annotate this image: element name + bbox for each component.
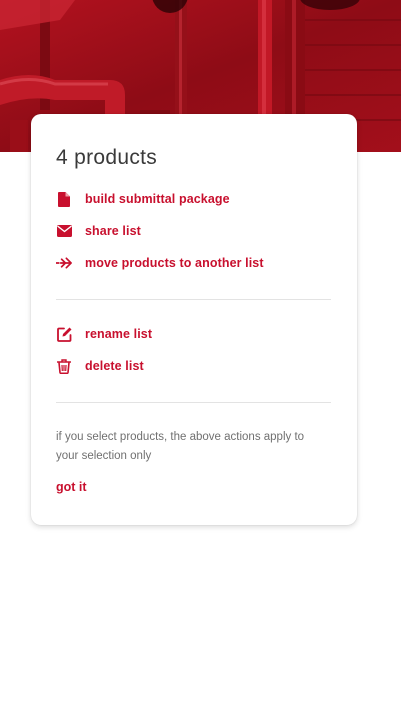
share-list-label: share list: [85, 224, 141, 238]
move-arrow-icon: [56, 255, 72, 271]
divider: [56, 402, 331, 403]
document-icon: [56, 191, 72, 207]
selection-hint-text: if you select products, the above action…: [56, 431, 305, 462]
got-it-button[interactable]: got it: [56, 480, 87, 494]
divider: [56, 299, 331, 300]
share-list-button[interactable]: share list: [56, 221, 141, 241]
list-actions-card: 4 products build submittal package share…: [31, 114, 357, 525]
envelope-icon: [56, 223, 72, 239]
trash-icon: [56, 358, 72, 374]
move-products-button[interactable]: move products to another list: [56, 253, 264, 273]
card-title: 4 products: [56, 146, 158, 169]
delete-list-label: delete list: [85, 359, 144, 373]
rename-list-button[interactable]: rename list: [56, 324, 152, 344]
rename-list-label: rename list: [85, 327, 153, 341]
move-products-label: move products to another list: [85, 256, 264, 270]
build-submittal-package-button[interactable]: build submittal package: [56, 189, 230, 209]
edit-icon: [56, 326, 72, 342]
build-submittal-package-label: build submittal package: [85, 192, 230, 206]
delete-list-button[interactable]: delete list: [56, 356, 144, 376]
